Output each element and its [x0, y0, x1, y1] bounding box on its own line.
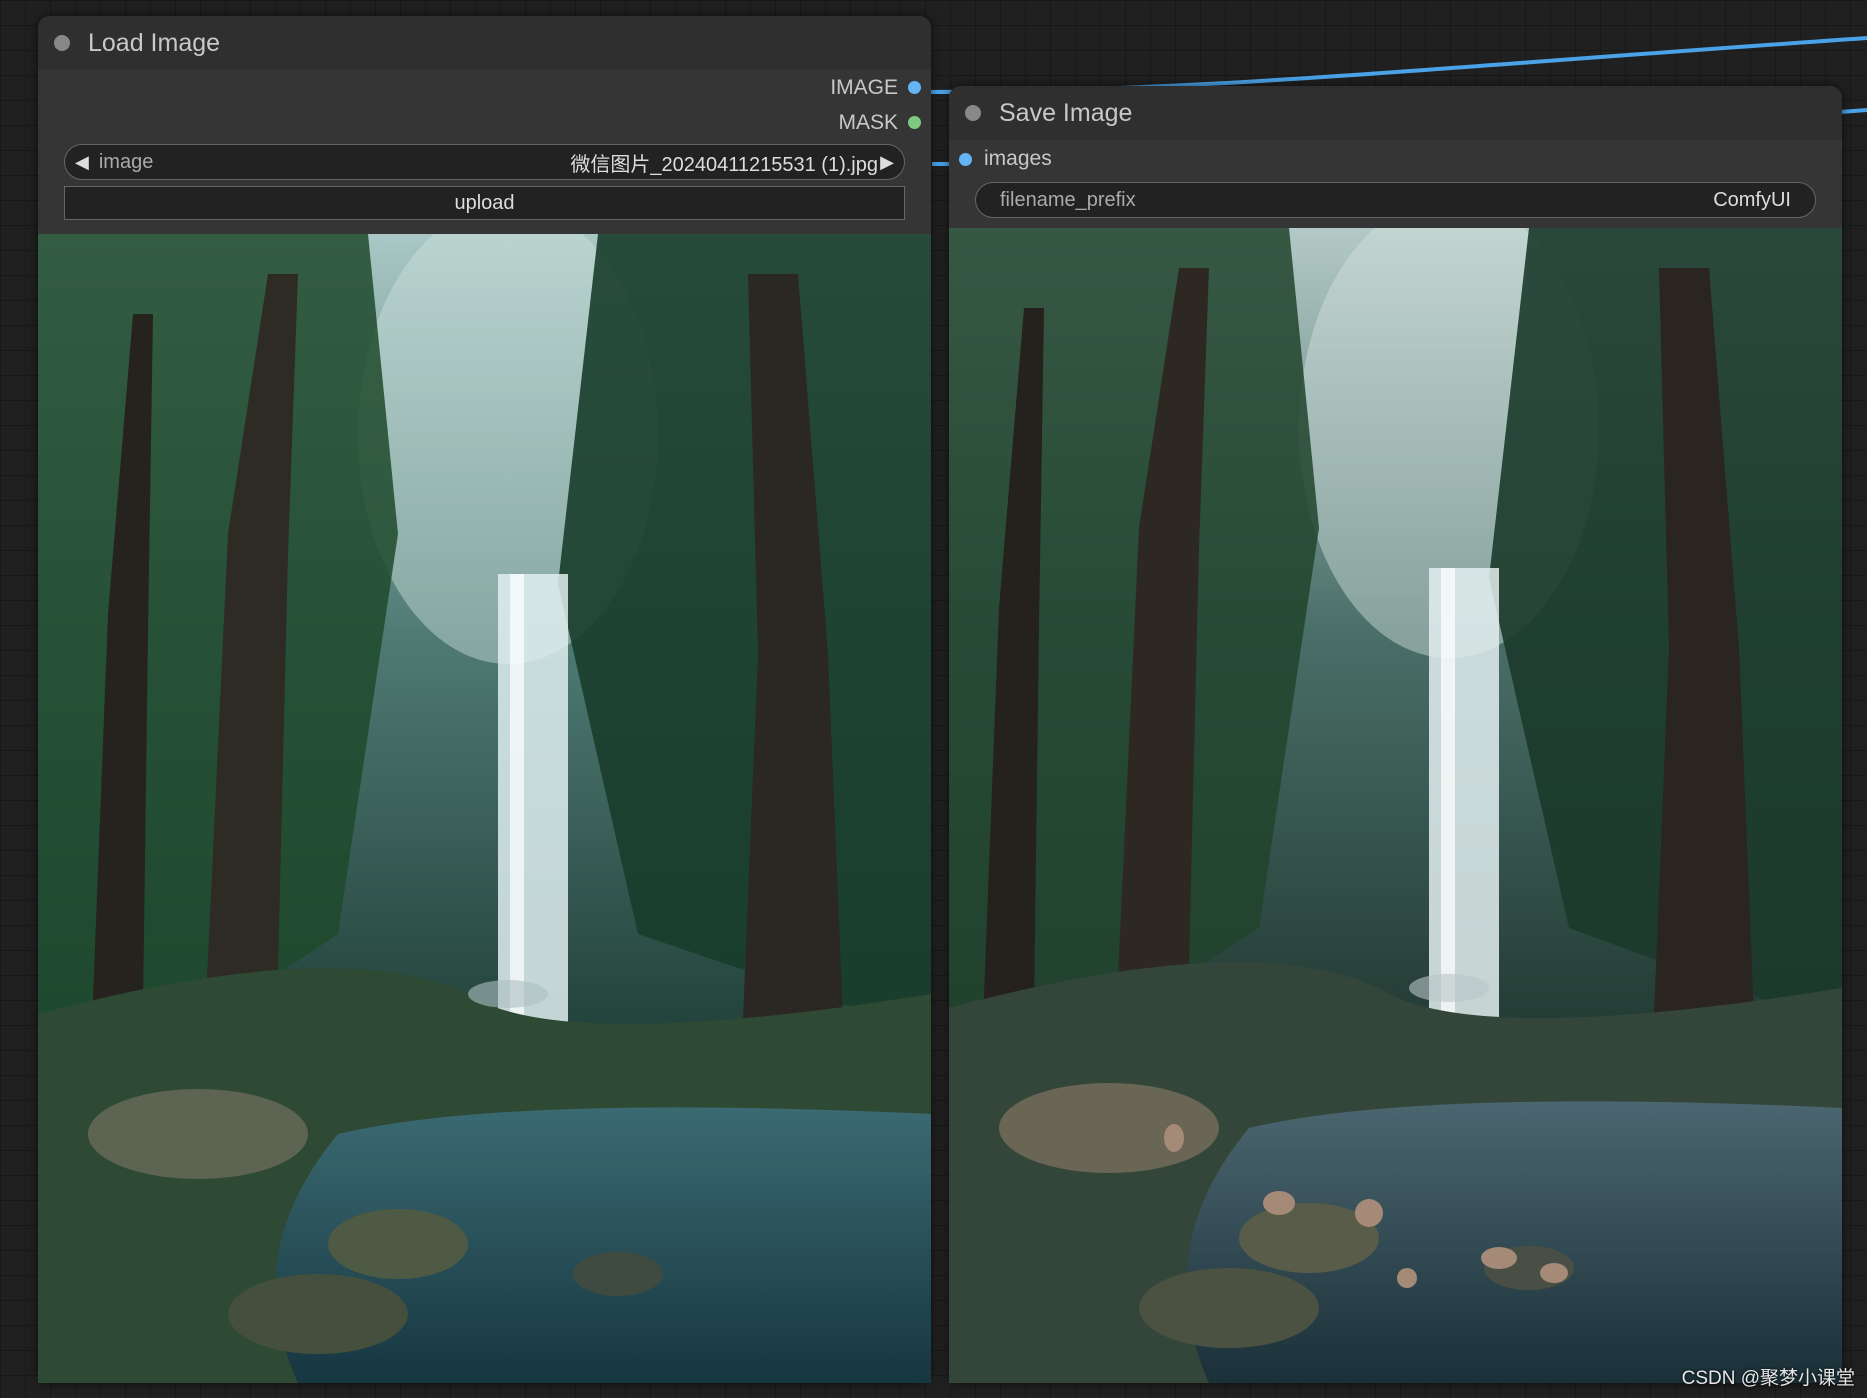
- combo-value: 微信图片_20240411215531 (1).jpg: [570, 153, 878, 176]
- output-slot-image[interactable]: IMAGE: [38, 70, 931, 105]
- node-collapse-dot[interactable]: [965, 105, 981, 121]
- node-collapse-dot[interactable]: [54, 35, 70, 51]
- combo-prev-arrow-icon[interactable]: ◀: [65, 152, 99, 173]
- node-title: Save Image: [999, 98, 1133, 127]
- save-image-preview: [949, 228, 1842, 1383]
- combo-next-arrow-icon[interactable]: ▶: [870, 152, 904, 173]
- image-link-wire: [917, 36, 1867, 94]
- load-image-preview: [38, 234, 931, 1383]
- combo-label: image: [98, 150, 154, 173]
- widget-value: ComfyUI: [1713, 188, 1791, 211]
- output-label: IMAGE: [830, 75, 898, 99]
- output-slot-mask[interactable]: MASK: [38, 105, 931, 140]
- output-connector-dot[interactable]: [908, 116, 921, 129]
- upload-button[interactable]: upload: [64, 186, 905, 220]
- load-image-title-bar[interactable]: Load Image: [38, 16, 931, 70]
- output-connector-dot[interactable]: [908, 81, 921, 94]
- input-slot-images[interactable]: images: [949, 140, 1842, 178]
- input-label: images: [984, 147, 1052, 170]
- node-title: Load Image: [88, 28, 221, 57]
- widget-label: filename_prefix: [1000, 188, 1136, 211]
- output-label: MASK: [838, 110, 898, 134]
- image-combo-widget[interactable]: ◀ image 微信图片_20240411215531 (1).jpg ▶: [64, 144, 905, 180]
- filename-prefix-widget[interactable]: filename_prefix ComfyUI: [975, 182, 1816, 218]
- save-image-title-bar[interactable]: Save Image: [949, 86, 1842, 140]
- save-output-wire: [1839, 108, 1867, 114]
- input-connector-dot[interactable]: [959, 152, 972, 166]
- watermark-text: CSDN @聚梦小课堂: [1681, 1368, 1855, 1389]
